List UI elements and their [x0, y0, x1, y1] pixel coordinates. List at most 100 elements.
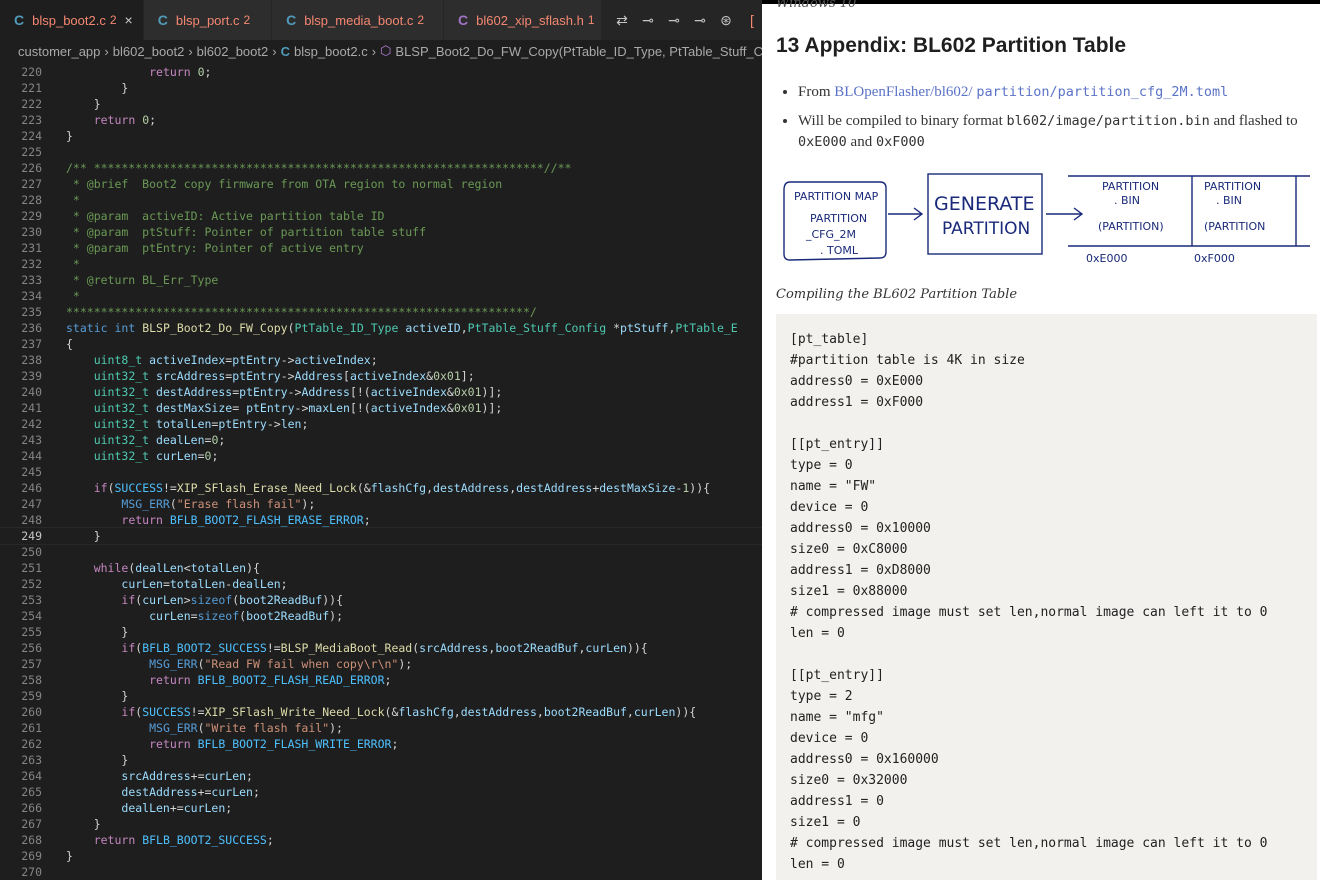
list-item: From BLOpenFlasher/bl602/ partition/part…: [798, 82, 1320, 103]
file-link[interactable]: partition/partition_cfg_2M.toml: [976, 84, 1228, 100]
code-line[interactable]: 252 curLen=totalLen-dealLen;: [0, 576, 762, 592]
code-line[interactable]: 233 * @return BL_Err_Type: [0, 272, 762, 288]
list-text: and: [846, 134, 876, 150]
code-line[interactable]: 266 dealLen+=curLen;: [0, 800, 762, 816]
code-line[interactable]: 241 uint32_t destMaxSize= ptEntry->maxLe…: [0, 400, 762, 416]
code-line[interactable]: 221 }: [0, 80, 762, 96]
tab-blsp-media-boot[interactable]: C blsp_media_boot.c 2: [272, 0, 444, 40]
repo-link[interactable]: BLOpenFlasher/bl602/: [834, 84, 972, 100]
breadcrumb-item[interactable]: bl602_boot2: [197, 44, 269, 59]
tab-blsp-port[interactable]: C blsp_port.c 2: [143, 0, 273, 40]
toml-code-block: [pt_table] #partition table is 4K in size…: [776, 314, 1317, 880]
code-line[interactable]: 245: [0, 464, 762, 480]
diagram-label: (PARTITION: [1204, 220, 1265, 233]
code-text: /** ************************************…: [66, 161, 572, 175]
code-line[interactable]: 232 *: [0, 256, 762, 272]
breadcrumb-file[interactable]: blsp_boot2.c: [294, 44, 368, 59]
code-line[interactable]: 270: [0, 864, 762, 880]
code-line: type = 0: [790, 458, 853, 473]
code-line[interactable]: 238 uint8_t activeIndex=ptEntry->activeI…: [0, 352, 762, 368]
compare-changes-icon[interactable]: ⇄: [612, 12, 632, 29]
code-line[interactable]: 268 return BFLB_BOOT2_SUCCESS;: [0, 832, 762, 848]
diagram-label: _CFG_2M: [805, 228, 856, 241]
code-line[interactable]: 267 }: [0, 816, 762, 832]
line-number: 253: [21, 593, 42, 607]
code-text: MSG_ERR("Erase flash fail");: [121, 497, 316, 511]
line-number: 220: [21, 65, 42, 79]
code-line[interactable]: 230 * @param ptStuff: Pointer of partiti…: [0, 224, 762, 240]
code-line[interactable]: 265 destAddress+=curLen;: [0, 784, 762, 800]
code-line[interactable]: 255 }: [0, 624, 762, 640]
code-line[interactable]: 264 srcAddress+=curLen;: [0, 768, 762, 784]
code-line[interactable]: 229 * @param activeID: Active partition …: [0, 208, 762, 224]
code-line[interactable]: 249 }: [0, 527, 762, 545]
tab-bl602-xip-sflash[interactable]: C bl602_xip_sflash.h 1: [444, 0, 602, 40]
breadcrumb-symbol[interactable]: BLSP_Boot2_Do_FW_Copy(PtTable_ID_Type, P…: [395, 44, 762, 59]
tab-label: blsp_boot2.c: [32, 12, 106, 28]
code-text: * @param activeID: Active partition tabl…: [66, 209, 385, 223]
code-line[interactable]: 239 uint32_t srcAddress=ptEntry->Address…: [0, 368, 762, 384]
function-symbol-icon: ⬡: [380, 43, 392, 58]
next-change-icon[interactable]: ⊸: [690, 12, 710, 29]
code-line[interactable]: 258 return BFLB_BOOT2_FLASH_READ_ERROR;: [0, 672, 762, 688]
code-line[interactable]: 234 *: [0, 288, 762, 304]
code-line[interactable]: 220 return 0;: [0, 64, 762, 80]
code-line: address1 = 0xF000: [790, 395, 924, 410]
previous-change-icon[interactable]: ⊸: [664, 12, 684, 29]
breadcrumb-item[interactable]: bl602_boot2: [113, 44, 185, 59]
code-line[interactable]: 240 uint32_t destAddress=ptEntry->Addres…: [0, 384, 762, 400]
code-line: [pt_table]: [790, 332, 869, 347]
code-line[interactable]: 222 }: [0, 96, 762, 112]
code-line[interactable]: 253 if(curLen>sizeof(boot2ReadBuf)){: [0, 592, 762, 608]
debug-icon[interactable]: ⊛: [716, 12, 736, 29]
code-line[interactable]: 269}: [0, 848, 762, 864]
close-icon[interactable]: ×: [125, 12, 133, 28]
code-line[interactable]: 223 return 0;: [0, 112, 762, 128]
code-line[interactable]: 256 if(BFLB_BOOT2_SUCCESS!=BLSP_MediaBoo…: [0, 640, 762, 656]
code-text: return BFLB_BOOT2_SUCCESS;: [93, 833, 274, 847]
diagram-label: PARTITION: [942, 219, 1030, 239]
diagram-label: . BIN: [1114, 194, 1140, 207]
split-editor-icon[interactable]: [: [742, 12, 762, 28]
code-line[interactable]: 226 /** *********************************…: [0, 160, 762, 176]
code-line: name = "mfg": [790, 710, 884, 725]
code-line: len = 0: [790, 857, 845, 872]
tab-blsp-boot2[interactable]: C blsp_boot2.c 2 ×: [0, 0, 144, 40]
code-line[interactable]: 251 while(dealLen<totalLen){: [0, 560, 762, 576]
code-line[interactable]: 257 MSG_ERR("Read FW fail when copy\r\n"…: [0, 656, 762, 672]
code-line[interactable]: 254 curLen=sizeof(boot2ReadBuf);: [0, 608, 762, 624]
code-line[interactable]: 250: [0, 544, 762, 560]
code-line[interactable]: 235 *************************************…: [0, 304, 762, 320]
code-line[interactable]: 263 }: [0, 752, 762, 768]
code-line[interactable]: 225: [0, 144, 762, 160]
code-line[interactable]: 231 * @param ptEntry: Pointer of active …: [0, 240, 762, 256]
code-line[interactable]: 227 * @brief Boot2 copy firmware from OT…: [0, 176, 762, 192]
breadcrumb-item[interactable]: customer_app: [18, 44, 100, 59]
code-line[interactable]: 237 {: [0, 336, 762, 352]
diagram-address: 0xF000: [1194, 252, 1235, 265]
code-line[interactable]: 261 MSG_ERR("Write flash fail");: [0, 720, 762, 736]
line-number: 233: [21, 273, 42, 287]
code-line[interactable]: 236 static int BLSP_Boot2_Do_FW_Copy(PtTa…: [0, 320, 762, 336]
code-area[interactable]: 220 return 0; 221 } 222 } 223 return 0; 224}…: [0, 64, 762, 880]
code-line: address1 = 0: [790, 794, 884, 809]
code-line[interactable]: 248 return BFLB_BOOT2_FLASH_ERASE_ERROR;: [0, 512, 762, 528]
code-line[interactable]: 262 return BFLB_BOOT2_FLASH_WRITE_ERROR;: [0, 736, 762, 752]
code-line[interactable]: 224}: [0, 128, 762, 144]
chevron-right-icon: ›: [188, 43, 193, 59]
code-line[interactable]: 247 MSG_ERR("Erase flash fail");: [0, 496, 762, 512]
diagram-label: . BIN: [1216, 194, 1242, 207]
code-line[interactable]: 228 *: [0, 192, 762, 208]
git-commit-icon[interactable]: ⊸: [638, 12, 658, 29]
code-line[interactable]: 246 if(SUCCESS!=XIP_SFlash_Erase_Need_Lo…: [0, 480, 762, 496]
code-text: uint32_t destAddress=ptEntry->Address[!(…: [93, 385, 503, 399]
diagram-label: PARTITION: [810, 212, 867, 225]
line-number: 262: [21, 737, 42, 751]
code-line[interactable]: 259 }: [0, 688, 762, 704]
code-line[interactable]: 243 uint32_t dealLen=0;: [0, 432, 762, 448]
code-line[interactable]: 244 uint32_t curLen=0;: [0, 448, 762, 464]
code-line[interactable]: 260 if(SUCCESS!=XIP_SFlash_Write_Need_Lo…: [0, 704, 762, 720]
code-line: address0 = 0x10000: [790, 521, 931, 536]
code-line[interactable]: 242 uint32_t totalLen=ptEntry->len;: [0, 416, 762, 432]
